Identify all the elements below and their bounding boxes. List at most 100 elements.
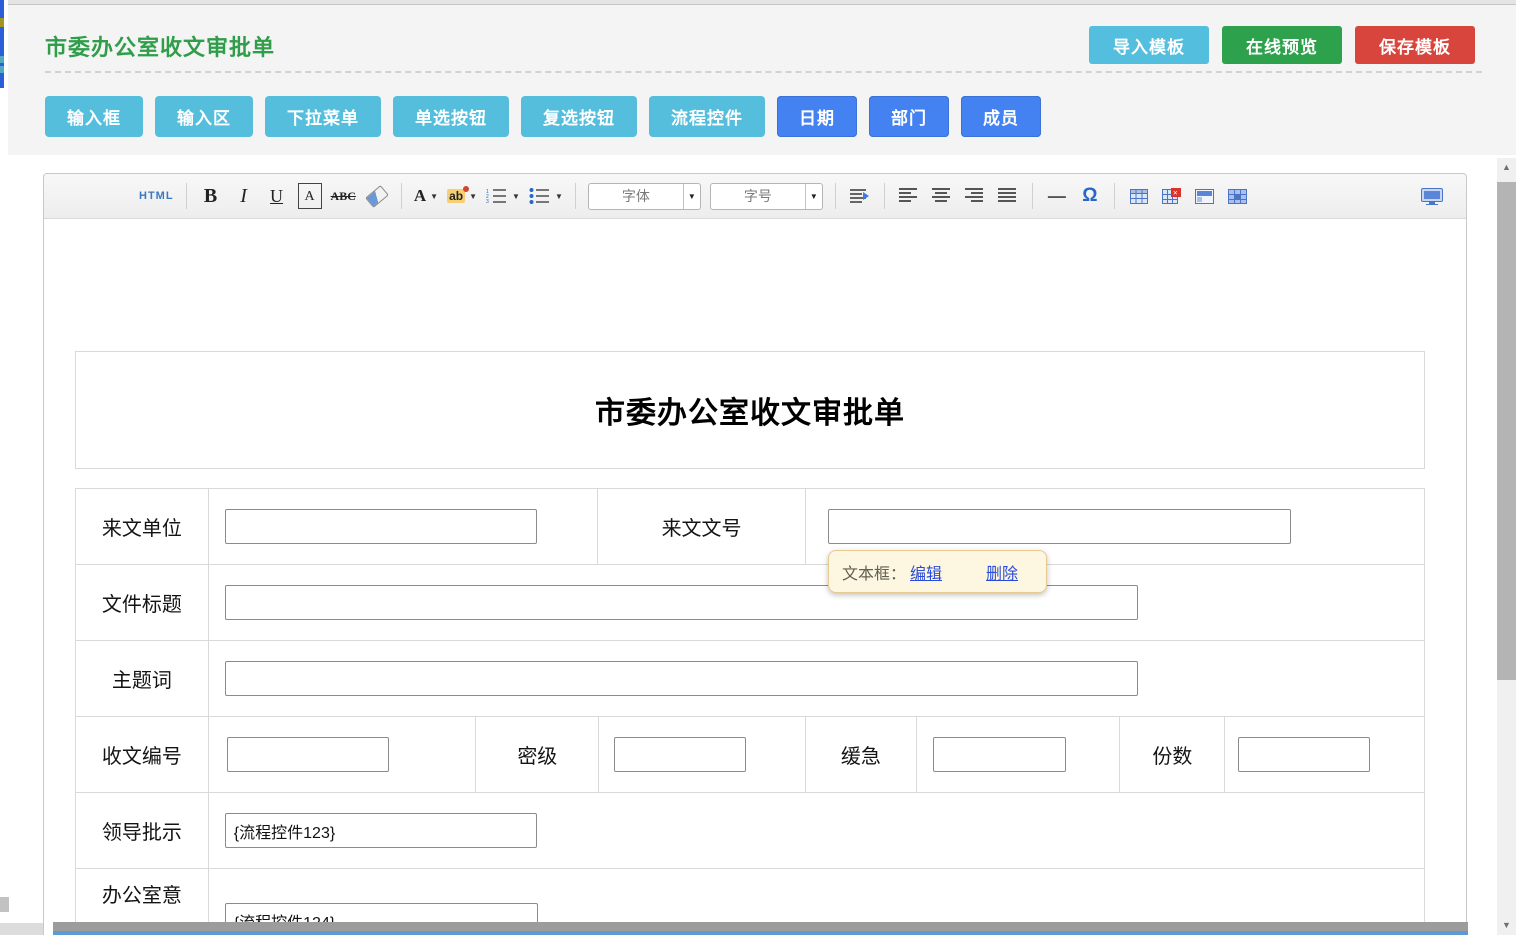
format-icon[interactable]: A xyxy=(298,183,322,209)
align-center-icon[interactable] xyxy=(930,183,954,209)
special-char-icon[interactable]: Ω xyxy=(1078,183,1102,209)
field-cell xyxy=(916,717,1120,792)
caret-down-icon: ▼ xyxy=(555,192,563,201)
field-label: 来文文号 xyxy=(597,489,805,564)
vertical-scrollbar[interactable]: ▲ ▼ xyxy=(1497,158,1516,935)
caret-down-icon: ▼ xyxy=(512,192,520,201)
background-window-sliver-accent xyxy=(0,66,4,73)
toolbar-separator xyxy=(835,183,836,209)
widget-palette: 输入框 输入区 下拉菜单 单选按钮 复选按钮 流程控件 日期 部门 成员 xyxy=(45,96,1041,137)
widget-button-dropdown-menu[interactable]: 下拉菜单 xyxy=(265,96,381,137)
font-color-icon[interactable]: A▼ xyxy=(414,183,438,209)
html-source-icon[interactable]: HTML xyxy=(139,183,174,209)
import-template-button[interactable]: 导入模板 xyxy=(1089,26,1209,64)
tooltip-label: 文本框： xyxy=(842,560,906,584)
field-label: 文件标题 xyxy=(76,565,208,640)
field-cell xyxy=(208,717,476,792)
field-cell xyxy=(208,793,1424,868)
table-properties-icon[interactable] xyxy=(1193,183,1217,209)
field-cell xyxy=(208,565,1424,640)
receipt-number-input[interactable] xyxy=(227,737,389,772)
widget-button-checkbox[interactable]: 复选按钮 xyxy=(521,96,637,137)
widget-button-input-box[interactable]: 输入框 xyxy=(45,96,143,137)
eraser-icon xyxy=(365,185,389,208)
svg-text:×: × xyxy=(1173,189,1178,198)
field-label: 来文单位 xyxy=(76,489,208,564)
field-cell xyxy=(1224,717,1424,792)
tooltip-delete-link[interactable]: 删除 xyxy=(986,560,1018,584)
scrollbar-thumb[interactable] xyxy=(1497,182,1516,680)
align-justify-icon[interactable] xyxy=(996,183,1020,209)
window-bottom-accent xyxy=(53,931,1468,935)
underline-icon[interactable]: U xyxy=(265,183,289,209)
editor-toolbar: HTML B I U A ABC A▼ ab▼ 123 ▼ ▼ 字体▼ 字号▼ xyxy=(44,174,1466,219)
dashed-divider xyxy=(45,71,1482,73)
form-designer-header: 市委办公室收文审批单 导入模板 在线预览 保存模板 输入框 输入区 下拉菜单 单… xyxy=(8,5,1516,155)
secrecy-level-input[interactable] xyxy=(614,737,746,772)
window-bottom-corner xyxy=(0,923,43,935)
toolbar-separator xyxy=(575,183,576,209)
align-left-icon[interactable] xyxy=(897,183,921,209)
window-bottom-edge xyxy=(53,922,1468,931)
italic-icon[interactable]: I xyxy=(232,183,256,209)
field-cell xyxy=(598,717,805,792)
widget-button-member[interactable]: 成员 xyxy=(961,96,1041,137)
window-edge-notch xyxy=(0,897,9,912)
strikethrough-icon[interactable]: ABC xyxy=(331,183,356,209)
widget-button-flow-control[interactable]: 流程控件 xyxy=(649,96,765,137)
editor-document[interactable]: 市委办公室收文审批单 来文单位 来文文号 文件标题 xyxy=(44,219,1466,935)
field-label: 领导批示 xyxy=(76,793,208,868)
table-row: 领导批示 xyxy=(76,792,1424,868)
caret-down-icon: ▼ xyxy=(805,184,822,209)
background-window-sliver-accent xyxy=(0,56,4,63)
field-label: 收文编号 xyxy=(76,717,208,792)
field-label: 份数 xyxy=(1119,717,1224,792)
highlight-color-icon[interactable]: ab▼ xyxy=(447,183,477,209)
indent-icon[interactable] xyxy=(848,183,872,209)
scroll-down-arrow-icon[interactable]: ▼ xyxy=(1497,916,1516,933)
background-window-sliver xyxy=(0,0,4,88)
svg-text:3: 3 xyxy=(486,199,489,204)
delete-table-icon[interactable]: × xyxy=(1160,183,1184,209)
insert-table-icon[interactable] xyxy=(1127,183,1151,209)
field-label: 缓急 xyxy=(805,717,916,792)
incoming-doc-number-input[interactable] xyxy=(828,509,1291,544)
widget-button-radio[interactable]: 单选按钮 xyxy=(393,96,509,137)
field-label: 主题词 xyxy=(76,641,208,716)
field-label: 密级 xyxy=(475,717,598,792)
fullscreen-icon[interactable] xyxy=(1420,183,1444,209)
subject-words-input[interactable] xyxy=(225,661,1138,696)
field-cell xyxy=(208,489,597,564)
widget-button-department[interactable]: 部门 xyxy=(869,96,949,137)
caret-down-icon: ▼ xyxy=(469,192,477,201)
online-preview-button[interactable]: 在线预览 xyxy=(1222,26,1342,64)
font-family-select[interactable]: 字体▼ xyxy=(588,183,701,210)
tooltip-edit-link[interactable]: 编辑 xyxy=(910,560,942,584)
scroll-up-arrow-icon[interactable]: ▲ xyxy=(1497,158,1516,175)
richtext-editor: HTML B I U A ABC A▼ ab▼ 123 ▼ ▼ 字体▼ 字号▼ xyxy=(43,173,1467,935)
incoming-unit-input[interactable] xyxy=(225,509,537,544)
bold-icon[interactable]: B xyxy=(199,183,223,209)
page-title: 市委办公室收文审批单 xyxy=(45,30,275,62)
save-template-button[interactable]: 保存模板 xyxy=(1355,26,1475,64)
form-title: 市委办公室收文审批单 xyxy=(595,388,905,432)
remove-format-eraser-icon[interactable] xyxy=(365,183,389,209)
align-right-icon[interactable] xyxy=(963,183,987,209)
toolbar-separator xyxy=(884,183,885,209)
background-window-sliver-accent xyxy=(0,18,4,27)
window-left-edge xyxy=(0,0,8,935)
copies-count-input[interactable] xyxy=(1238,737,1370,772)
ordered-list-icon[interactable]: 123 ▼ xyxy=(486,183,520,209)
widget-button-input-area[interactable]: 输入区 xyxy=(155,96,253,137)
widget-button-date[interactable]: 日期 xyxy=(777,96,857,137)
cell-properties-icon[interactable] xyxy=(1226,183,1250,209)
unordered-list-icon[interactable]: ▼ xyxy=(529,183,563,209)
toolbar-separator xyxy=(1032,183,1033,209)
font-size-select[interactable]: 字号▼ xyxy=(710,183,823,210)
field-cell xyxy=(208,641,1424,716)
form-table: 来文单位 来文文号 文件标题 主题词 xyxy=(75,488,1425,935)
urgency-input[interactable] xyxy=(933,737,1066,772)
table-row: 收文编号 密级 缓急 份数 xyxy=(76,716,1424,792)
horizontal-rule-icon[interactable]: — xyxy=(1045,183,1069,209)
leader-instructions-input[interactable] xyxy=(225,813,537,848)
